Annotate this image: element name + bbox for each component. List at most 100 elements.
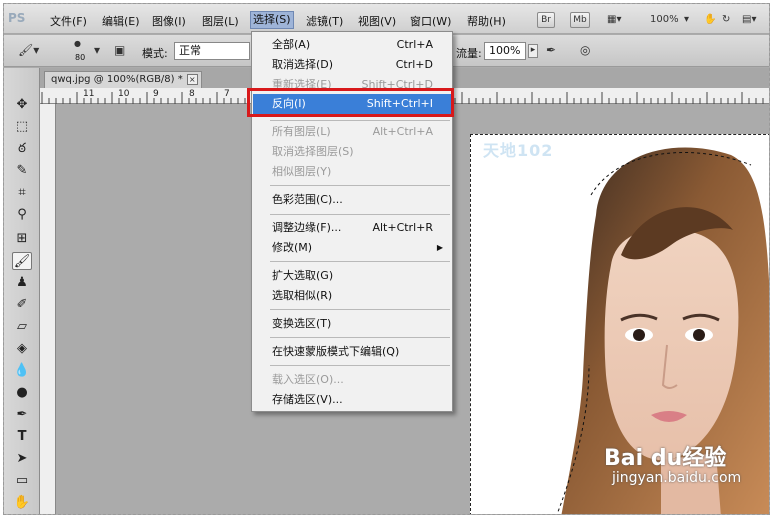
baidu-url: jingyan.baidu.com: [612, 470, 742, 486]
document-tab[interactable]: qwq.jpg @ 100%(RGB/8) * ×: [44, 71, 202, 88]
menu-separator: [270, 185, 450, 186]
menu-item-label: 选取相似(R): [272, 289, 333, 302]
menu-file[interactable]: 文件(F): [50, 13, 87, 29]
bridge-button[interactable]: Br: [537, 12, 555, 28]
arrange-icon[interactable]: ▤▾: [742, 14, 756, 25]
menu-item-grow[interactable]: 扩大选取(G): [253, 266, 451, 286]
menu-item-all[interactable]: 全部(A) Ctrl+A: [253, 35, 451, 55]
blur-tool-icon[interactable]: 💧: [12, 362, 32, 380]
document-tab-title: qwq.jpg @ 100%(RGB/8) *: [51, 74, 183, 85]
quick-select-tool-icon[interactable]: ✎: [12, 162, 32, 180]
zoom-dropdown-icon[interactable]: ▾: [684, 14, 689, 25]
menu-item-shortcut: Alt+Ctrl+A: [372, 125, 433, 138]
brush-panel-icon[interactable]: ▣: [114, 43, 125, 57]
hand-icon[interactable]: ✋: [704, 14, 716, 25]
menu-item-shortcut: Ctrl+D: [395, 58, 433, 71]
baidu-watermark: Bai du经验 jingyan.baidu.com: [594, 440, 744, 496]
brush-tool-preset-icon[interactable]: 🖌▾: [18, 43, 39, 57]
menu-separator: [270, 261, 450, 262]
marquee-tool-icon[interactable]: ⬚: [12, 118, 32, 136]
brush-size: 80: [75, 53, 86, 62]
menu-item-refine-edge[interactable]: 调整边缘(F)... Alt+Ctrl+R: [253, 218, 451, 238]
menu-item-load-selection[interactable]: 载入选区(O)...: [253, 370, 451, 390]
eraser-tool-icon[interactable]: ▱: [12, 318, 32, 336]
baidu-logo: Bai du经验: [604, 446, 727, 471]
menu-image[interactable]: 图像(I): [152, 13, 186, 29]
menu-item-quick-mask[interactable]: 在快速蒙版模式下编辑(Q): [253, 342, 451, 362]
menu-item-deselect-layers[interactable]: 取消选择图层(S): [253, 142, 451, 162]
menu-item-label: 扩大选取(G): [272, 269, 334, 282]
brush-picker-dropdown-icon[interactable]: ▾: [94, 43, 100, 57]
watermark-text: 天地102: [483, 141, 554, 160]
menu-item-label: 调整边缘(F)...: [272, 221, 342, 234]
healing-brush-tool-icon[interactable]: ⊞: [12, 230, 32, 248]
menu-item-shortcut: Ctrl+A: [396, 38, 433, 51]
menu-view[interactable]: 视图(V): [358, 13, 396, 29]
flow-slider-icon[interactable]: ▸: [528, 44, 538, 58]
menu-item-similar-layers[interactable]: 相似图层(Y): [253, 162, 451, 182]
flow-label: 流量:: [456, 47, 482, 60]
menu-item-label: 色彩范围(C)...: [272, 193, 343, 206]
menu-item-label: 取消选择(D): [272, 58, 334, 71]
history-brush-tool-icon[interactable]: ✐: [12, 296, 32, 314]
shape-tool-icon[interactable]: ▭: [12, 472, 32, 490]
menu-item-label: 在快速蒙版模式下编辑(Q): [272, 345, 400, 358]
view-extras-icon[interactable]: ▦▾: [607, 14, 621, 25]
eyedropper-tool-icon[interactable]: ⚲: [12, 206, 32, 224]
menu-layer[interactable]: 图层(L): [202, 13, 239, 29]
menu-separator: [270, 337, 450, 338]
toolbox: ✥ ⬚ ఠ ✎ ⌗ ⚲ ⊞ 🖌 ♟ ✐ ▱ ◈ 💧 ● ✒ T ➤ ▭ ✋: [4, 68, 40, 514]
crop-tool-icon[interactable]: ⌗: [12, 184, 32, 202]
menu-separator: [270, 120, 450, 121]
close-tab-icon[interactable]: ×: [186, 74, 198, 85]
menu-item-shortcut: Alt+Ctrl+R: [372, 221, 433, 234]
menu-item-color-range[interactable]: 色彩范围(C)...: [253, 190, 451, 210]
menu-item-all-layers[interactable]: 所有图层(L) Alt+Ctrl+A: [253, 122, 451, 142]
menu-item-label: 全部(A): [272, 38, 311, 51]
menu-filter[interactable]: 滤镜(T): [306, 13, 343, 29]
flow-input[interactable]: 100%: [484, 42, 526, 60]
menu-item-label: 载入选区(O)...: [272, 373, 344, 386]
lasso-tool-icon[interactable]: ఠ: [12, 140, 32, 158]
airbrush-icon[interactable]: ✒: [546, 43, 556, 57]
menu-window[interactable]: 窗口(W): [410, 13, 451, 29]
menu-item-deselect[interactable]: 取消选择(D) Ctrl+D: [253, 55, 451, 75]
vertical-ruler: [40, 104, 56, 514]
pen-tool-icon[interactable]: ✒: [12, 406, 32, 424]
rotate-view-icon[interactable]: ↻: [722, 14, 730, 25]
mini-bridge-button[interactable]: Mb: [570, 12, 590, 28]
mode-label: 模式:: [142, 47, 168, 60]
menu-item-modify[interactable]: 修改(M) ▶: [253, 238, 451, 258]
path-selection-tool-icon[interactable]: ➤: [12, 450, 32, 468]
menu-help[interactable]: 帮助(H): [467, 13, 506, 29]
menu-separator: [270, 309, 450, 310]
menu-bar: PS 文件(F) 编辑(E) 图像(I) 图层(L) 选择(S) 滤镜(T) 视…: [4, 4, 769, 34]
menu-item-label: 修改(M): [272, 241, 313, 254]
menu-item-label: 存储选区(V)...: [272, 393, 343, 406]
submenu-arrow-icon: ▶: [436, 243, 443, 252]
menu-item-label: 相似图层(Y): [272, 165, 332, 178]
brush-tip-icon[interactable]: ●: [74, 39, 81, 48]
menu-separator: [270, 365, 450, 366]
menu-item-similar[interactable]: 选取相似(R): [253, 286, 451, 306]
screenshot-frame: PS 文件(F) 编辑(E) 图像(I) 图层(L) 选择(S) 滤镜(T) 视…: [3, 3, 770, 515]
menu-item-label: 所有图层(L): [272, 125, 331, 138]
hand-tool-icon[interactable]: ✋: [12, 494, 32, 512]
menu-separator: [270, 214, 450, 215]
photoshop-logo: PS: [8, 11, 26, 25]
menu-select[interactable]: 选择(S): [250, 11, 294, 29]
move-tool-icon[interactable]: ✥: [12, 96, 32, 114]
paint-bucket-tool-icon[interactable]: ◈: [12, 340, 32, 358]
menu-item-label: 变换选区(T): [272, 317, 332, 330]
mode-select[interactable]: 正常: [174, 42, 250, 60]
dodge-tool-icon[interactable]: ●: [12, 384, 32, 402]
tablet-pressure-icon[interactable]: ◎: [580, 43, 590, 57]
brush-tool-icon[interactable]: 🖌: [12, 252, 32, 270]
zoom-level[interactable]: 100%: [650, 14, 679, 25]
menu-item-save-selection[interactable]: 存储选区(V)...: [253, 390, 451, 410]
menu-edit[interactable]: 编辑(E): [102, 13, 140, 29]
clone-stamp-tool-icon[interactable]: ♟: [12, 274, 32, 292]
annotation-highlight-box: [247, 88, 454, 117]
menu-item-transform-selection[interactable]: 变换选区(T): [253, 314, 451, 334]
type-tool-icon[interactable]: T: [12, 428, 32, 446]
